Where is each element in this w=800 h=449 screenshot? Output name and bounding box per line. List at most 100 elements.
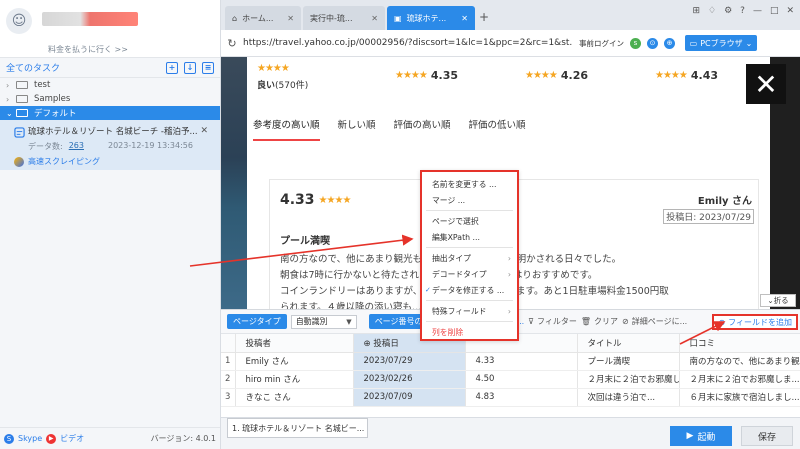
close-icon[interactable]: ✕ [200, 126, 208, 136]
extension-icon[interactable]: s [630, 37, 641, 49]
filter-icon: ⊽ [528, 317, 535, 326]
menu-rename[interactable]: 名前を変更する ... [422, 176, 517, 192]
menu-extract-type[interactable]: 抽出タイプ › [422, 250, 517, 266]
sort-helpful[interactable]: 参考度の高い順 [253, 117, 320, 141]
menu-decode-type[interactable]: デコードタイプ › [422, 266, 517, 282]
bell-icon[interactable]: ♢ [708, 6, 716, 16]
col-index [221, 334, 236, 353]
filter-button[interactable]: ⊽ フィルター [528, 316, 577, 327]
tab-running[interactable]: 実行中-琉... ✕ [303, 6, 385, 30]
folder-test[interactable]: › test [0, 78, 220, 92]
tab-home[interactable]: ⌂ ホーム... ✕ [225, 6, 301, 30]
close-icon[interactable]: ✕ [746, 64, 786, 104]
cell[interactable]: Emily さん [235, 352, 354, 371]
pc-browser-label: PCブラウザ [700, 38, 743, 48]
col-header[interactable]: 口コミ [679, 334, 800, 353]
help-icon[interactable]: ? [740, 6, 745, 16]
play-icon: ▶ [686, 431, 694, 441]
col-header[interactable]: タイトル [577, 334, 680, 353]
import-icon[interactable]: ↓ [184, 61, 196, 74]
avatar[interactable]: ☺ [6, 8, 32, 34]
fast-scrape-label: 高速スクレイピング [28, 157, 100, 166]
menu-divider [426, 210, 513, 211]
user-area: ☺ 料金を払うに行く >> [0, 0, 220, 58]
row-index: 2 [221, 370, 236, 389]
pre-login-button[interactable]: 事前ログイン [579, 38, 624, 49]
start-button[interactable]: ▶ 起動 [670, 426, 732, 446]
tab-hotel[interactable]: ▣ 琉球ホテ... ✕ [387, 6, 475, 30]
review-score: 4.33 ★★★★ [280, 192, 351, 208]
gear-icon[interactable]: ⚙ [724, 6, 732, 16]
add-field-button[interactable]: ⊕ フィールドを追加 [712, 314, 798, 330]
detail-page-button[interactable]: ⊘ 詳細ページに... [622, 316, 687, 327]
sort-highest[interactable]: 評価の高い順 [394, 117, 451, 141]
table-row[interactable]: 1 Emily さん 2023/07/29 4.33 プール満喫 南の方なので、… [221, 352, 800, 371]
cell[interactable]: 2023/02/26 [353, 370, 466, 389]
menu-special-field[interactable]: 特殊フィールド › [422, 303, 517, 319]
menu-modify-data[interactable]: ✓ データを修正する ... [422, 282, 517, 298]
cell[interactable]: きなこ さん [235, 388, 354, 407]
add-task-icon[interactable]: + [166, 61, 178, 74]
data-count-link[interactable]: 263 [69, 141, 84, 152]
menu-edit-xpath[interactable]: 編集XPath ... [422, 229, 517, 245]
chevron-right-icon: › [6, 94, 10, 104]
cell[interactable]: 4.83 [465, 388, 578, 407]
cell[interactable]: ２月末に２泊でお邪魔しま... [679, 370, 800, 389]
sidebar: ☺ 料金を払うに行く >> 全てのタスク + ↓ ≡ › test › Samp… [0, 0, 221, 449]
close-icon[interactable]: ✕ [287, 14, 294, 23]
cell[interactable]: 2023/07/09 [353, 388, 466, 407]
refresh-icon[interactable]: ↻ [221, 37, 243, 50]
col-header[interactable]: 投稿者 [235, 334, 354, 353]
sort-newest[interactable]: 新しい順 [338, 117, 376, 141]
row-index: 1 [221, 352, 236, 371]
folder-default[interactable]: ⌄ デフォルト [0, 106, 220, 120]
clear-button[interactable]: 🗑 クリア [581, 316, 618, 327]
user-agent-icon[interactable]: ⊙ [647, 37, 658, 49]
cell[interactable]: ６月末に家族で宿泊しまし... [679, 388, 800, 407]
fast-scrape-button[interactable]: 高速スクレイピング [14, 156, 214, 167]
save-button[interactable]: 保存 [741, 426, 793, 446]
cell[interactable]: 次回は違う泊で... [577, 388, 680, 407]
tab-label: ホーム... [242, 13, 274, 23]
table-row[interactable]: 3 きなこ さん 2023/07/09 4.83 次回は違う泊で... ６月末に… [221, 388, 800, 407]
menu-select-in-page[interactable]: ページで選択 [422, 213, 517, 229]
maximize-icon[interactable]: □ [770, 6, 779, 16]
folder-samples[interactable]: › Samples [0, 92, 220, 106]
url-input[interactable]: https://travel.yahoo.co.jp/00002956/?dis… [243, 38, 573, 48]
cell[interactable]: 4.50 [465, 370, 578, 389]
task-tab[interactable]: 1. 琉球ホテル＆リゾート 名城ビー... [227, 418, 368, 438]
close-window-icon[interactable]: ✕ [786, 6, 794, 16]
menu-divider [426, 321, 513, 322]
skype-link[interactable]: Skype [18, 434, 42, 443]
table-row[interactable]: 2 hiro min さん 2023/02/26 4.50 ２月末に２泊でお邪魔… [221, 370, 800, 389]
sort-lowest[interactable]: 評価の低い順 [469, 117, 526, 141]
gift-icon[interactable]: ⊞ [692, 6, 700, 16]
menu-delete-column[interactable]: 列を削除 [422, 324, 517, 340]
cell[interactable]: ２月末に２泊でお邪魔しま... [577, 370, 680, 389]
cell[interactable]: 南の方なので、他にあまり観... [679, 352, 800, 371]
fold-button[interactable]: ⌄ 折る [760, 294, 796, 307]
cell[interactable]: 4.33 [465, 352, 578, 371]
cookie-icon[interactable]: ⊕ [664, 37, 675, 49]
minimize-icon[interactable]: — [753, 6, 762, 16]
page-type-select[interactable]: 自動識別 ▼ [290, 314, 357, 329]
tasks-title: 全てのタスク [6, 64, 61, 74]
cell[interactable]: hiro min さん [235, 370, 354, 389]
trash-icon: 🗑 [580, 317, 592, 326]
video-link[interactable]: ビデオ [60, 433, 84, 444]
task-card[interactable]: 琉球ホテル＆リゾート 名城ビーチ -稽泊予... ✕ データ数: 263 202… [0, 120, 220, 170]
sort-tabs: 参考度の高い順 新しい順 評価の高い順 評価の低い順 [253, 117, 526, 141]
settings-task-icon[interactable]: ≡ [202, 61, 214, 74]
cell[interactable]: プール満喫 [577, 352, 680, 371]
new-tab-button[interactable]: + [479, 10, 489, 24]
monitor-icon: ▭ [689, 38, 698, 48]
folder-label: test [34, 80, 51, 90]
rating-2: ★★★★ 4.26 [525, 69, 588, 82]
upgrade-link[interactable]: 料金を払うに行く >> [48, 44, 128, 55]
menu-merge[interactable]: マージ ... [422, 192, 517, 208]
close-icon[interactable]: ✕ [371, 14, 378, 23]
check-icon: ✓ [425, 286, 431, 294]
pc-browser-button[interactable]: ▭ PCブラウザ ⌄ [685, 35, 757, 51]
cell[interactable]: 2023/07/29 [353, 352, 466, 371]
close-icon[interactable]: ✕ [461, 14, 468, 23]
